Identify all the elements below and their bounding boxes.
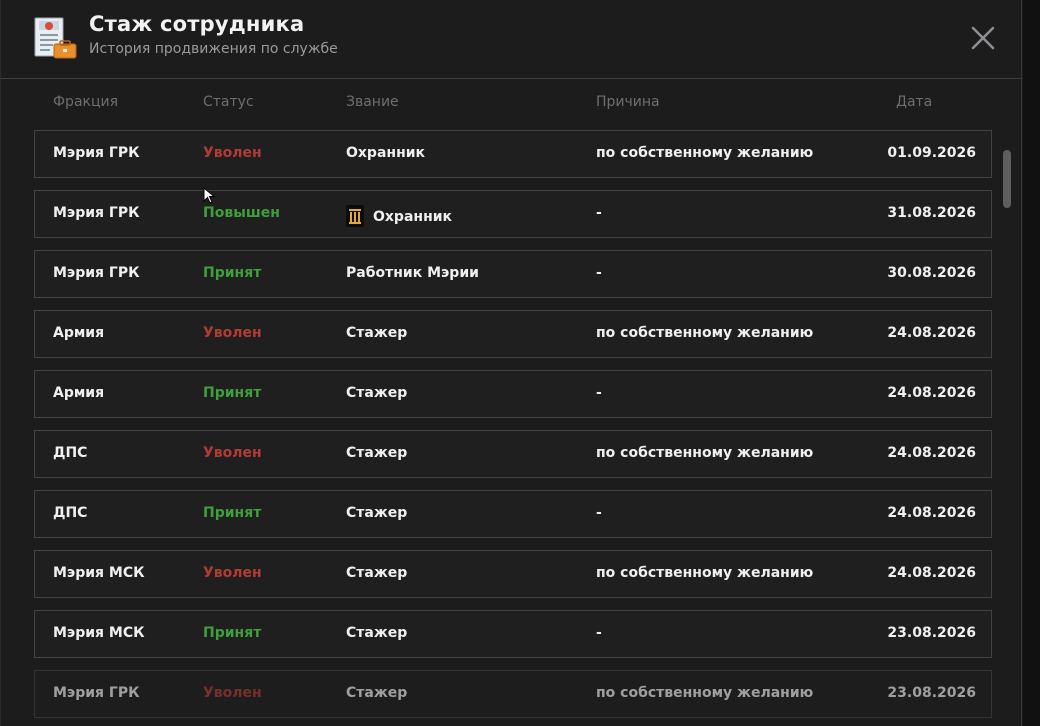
table-row: Армия Уволен Стажер по собственному жела… xyxy=(34,310,992,358)
document-briefcase-icon xyxy=(33,16,77,62)
column-header-rank: Звание xyxy=(346,94,399,110)
row-status: Уволен xyxy=(203,565,262,581)
row-reason: - xyxy=(596,205,602,221)
close-icon xyxy=(971,26,995,50)
row-rank: Стажер xyxy=(346,325,408,341)
row-faction: ДПС xyxy=(53,445,88,461)
table-row: Мэрия ГРК Повышен Охранник - 31.08.2026 xyxy=(34,190,992,238)
row-rank: Стажер xyxy=(346,445,408,461)
row-faction: Мэрия МСК xyxy=(53,625,145,641)
row-faction: Мэрия ГРК xyxy=(53,265,140,281)
table-row: Мэрия ГРК Уволен Охранник по собственном… xyxy=(34,130,992,178)
row-status: Уволен xyxy=(203,145,262,161)
row-rank: Стажер xyxy=(346,685,408,701)
column-header-reason: Причина xyxy=(596,94,660,110)
row-date: 31.08.2026 xyxy=(887,205,976,221)
row-faction: Мэрия ГРК xyxy=(53,205,140,221)
row-status: Повышен xyxy=(203,205,280,221)
row-faction: Мэрия ГРК xyxy=(53,145,140,161)
table-header: Фракция Статус Звание Причина Дата xyxy=(1,94,1001,114)
row-status: Принят xyxy=(203,265,262,281)
service-record-list[interactable]: Мэрия ГРК Уволен Охранник по собственном… xyxy=(34,130,992,726)
row-rank: Стажер xyxy=(346,625,408,641)
row-reason: - xyxy=(596,505,602,521)
row-faction: Мэрия МСК xyxy=(53,565,145,581)
row-reason: по собственному желанию xyxy=(596,145,814,161)
row-reason: - xyxy=(596,385,602,401)
row-date: 23.08.2026 xyxy=(887,685,976,701)
row-faction: Армия xyxy=(53,325,105,341)
close-button[interactable] xyxy=(967,22,999,54)
scrollbar-thumb[interactable] xyxy=(1003,150,1011,208)
row-reason: - xyxy=(596,625,602,641)
column-header-status: Статус xyxy=(203,94,254,110)
table-row: Мэрия МСК Уволен Стажер по собственному … xyxy=(34,550,992,598)
row-faction: ДПС xyxy=(53,505,88,521)
table-row: Мэрия ГРК Принят Работник Мэрии - 30.08.… xyxy=(34,250,992,298)
row-faction: Армия xyxy=(53,385,105,401)
row-date: 24.08.2026 xyxy=(887,505,976,521)
table-row: Мэрия МСК Принят Стажер - 23.08.2026 xyxy=(34,610,992,658)
table-row: ДПС Принят Стажер - 24.08.2026 xyxy=(34,490,992,538)
column-header-faction: Фракция xyxy=(53,94,119,110)
row-reason: по собственному желанию xyxy=(596,445,814,461)
row-date: 30.08.2026 xyxy=(887,265,976,281)
row-date: 24.08.2026 xyxy=(887,445,976,461)
row-rank: Стажер xyxy=(346,505,408,521)
window-header: Стаж сотрудника История продвижения по с… xyxy=(1,0,1021,79)
row-reason: по собственному желанию xyxy=(596,685,814,701)
row-rank: Стажер xyxy=(346,385,408,401)
row-date: 23.08.2026 xyxy=(887,625,976,641)
window-title: Стаж сотрудника xyxy=(89,12,305,36)
background-strip xyxy=(1023,0,1040,726)
row-rank: Работник Мэрии xyxy=(346,265,479,281)
table-row: ДПС Уволен Стажер по собственному желани… xyxy=(34,430,992,478)
row-reason: - xyxy=(596,265,602,281)
row-rank: Охранник xyxy=(346,145,426,161)
row-date: 24.08.2026 xyxy=(887,325,976,341)
row-status: Принят xyxy=(203,505,262,521)
row-reason: по собственному желанию xyxy=(596,565,814,581)
mouse-cursor-icon xyxy=(203,186,216,205)
service-record-window: Стаж сотрудника История продвижения по с… xyxy=(0,0,1022,726)
row-rank: Стажер xyxy=(346,565,408,581)
row-status: Уволен xyxy=(203,685,262,701)
row-status: Уволен xyxy=(203,445,262,461)
table-row: Мэрия ГРК Уволен Стажер по собственному … xyxy=(34,670,992,718)
row-reason: по собственному желанию xyxy=(596,325,814,341)
row-rank-with-icon: Охранник xyxy=(346,205,452,227)
rank-badge-icon xyxy=(346,205,364,227)
row-status: Принят xyxy=(203,385,262,401)
row-status: Принят xyxy=(203,625,262,641)
row-rank: Охранник xyxy=(373,209,453,225)
table-row: Армия Принят Стажер - 24.08.2026 xyxy=(34,370,992,418)
scrollbar-track[interactable] xyxy=(1002,130,1012,710)
window-subtitle: История продвижения по службе xyxy=(89,41,338,57)
row-status: Уволен xyxy=(203,325,262,341)
row-date: 24.08.2026 xyxy=(887,385,976,401)
row-date: 01.09.2026 xyxy=(887,145,976,161)
row-faction: Мэрия ГРК xyxy=(53,685,140,701)
row-date: 24.08.2026 xyxy=(887,565,976,581)
column-header-date: Дата xyxy=(896,94,933,110)
